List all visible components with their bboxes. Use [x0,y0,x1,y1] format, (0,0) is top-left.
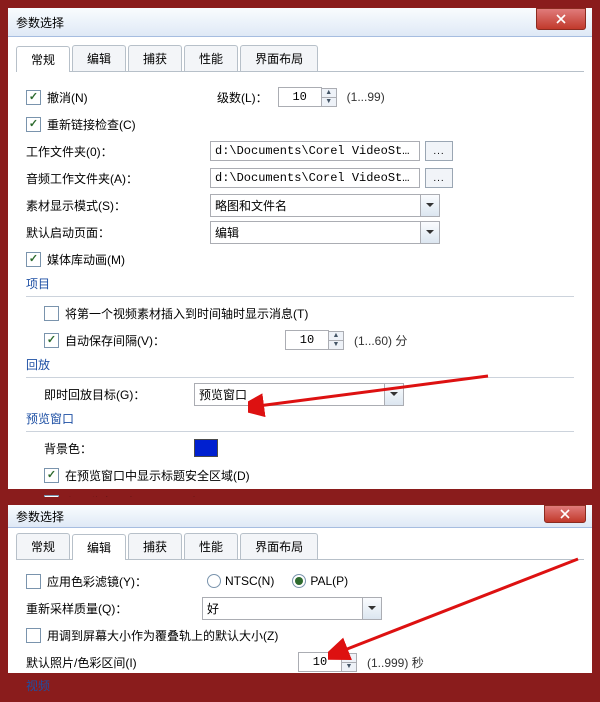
startpage-combo[interactable]: 编辑 [210,221,440,244]
autosave-range: (1...60) 分 [354,332,407,349]
tab-strip-2: 常规 编辑 捕获 性能 界面布局 [16,533,584,560]
tab-general[interactable]: 常规 [16,46,70,72]
ntsc-label: NTSC(N) [225,574,274,588]
playback-target-label: 即时回放目标(G)： [44,386,194,403]
dialog-title: 参数选择 [16,14,64,31]
tab-performance-2[interactable]: 性能 [184,533,238,559]
relink-checkbox[interactable] [26,117,41,132]
chevron-down-icon [421,194,440,217]
resize-label: 用调到屏幕大小作为覆叠轨上的默认大小(Z) [47,627,278,644]
resample-value: 好 [202,597,363,620]
medialib-checkbox[interactable] [26,252,41,267]
tab-performance[interactable]: 性能 [184,45,238,71]
clipmode-value: 略图和文件名 [210,194,421,217]
colorfilter-label: 应用色彩滤镜(Y)： [47,573,207,590]
ntsc-radio[interactable] [207,574,221,588]
levels-range: (1...99) [347,90,385,104]
project-header: 项目 [26,275,574,292]
workdir-browse-button[interactable]: ... [425,141,453,161]
undo-label: 撤消(N) [47,89,217,106]
autosave-input[interactable]: 10 [285,330,329,350]
close-icon [556,14,566,24]
clipmode-label: 素材显示模式(S)： [26,197,176,214]
tab-layout[interactable]: 界面布局 [240,45,318,71]
duration-input[interactable]: 10 [298,652,342,672]
show-safe-checkbox[interactable] [44,468,59,483]
tab-edit-2[interactable]: 编辑 [72,534,126,560]
colorfilter-checkbox[interactable] [26,574,41,589]
close-icon [560,509,570,519]
relink-label: 重新链接检查(C) [47,116,136,133]
close-button-2[interactable] [544,505,586,523]
resize-checkbox[interactable] [26,628,41,643]
audiodir-input[interactable]: d:\Documents\Corel VideoStu… [210,168,420,188]
levels-label: 级数(L)： [217,89,268,106]
bgcolor-label: 背景色： [44,440,194,457]
chevron-down-icon [385,383,404,406]
duration-label: 默认照片/色彩区间(I) [26,654,298,671]
insert-msg-checkbox[interactable] [44,306,59,321]
tab-layout-2[interactable]: 界面布局 [240,533,318,559]
autosave-label: 自动保存间隔(V)： [65,332,285,349]
autosave-checkbox[interactable] [44,333,59,348]
tab-capture[interactable]: 捕获 [128,45,182,71]
workdir-label: 工作文件夹(0)： [26,143,176,160]
tab-general-2[interactable]: 常规 [16,533,70,559]
video-header: 视频 [26,677,574,694]
levels-spin[interactable]: ▲▼ [321,88,337,107]
title-bar: 参数选择 [8,8,592,37]
pal-label: PAL(P) [310,574,348,588]
pal-radio[interactable] [292,574,306,588]
dialog-title-2: 参数选择 [16,508,64,525]
playback-target-combo[interactable]: 预览窗口 [194,383,404,406]
startpage-value: 编辑 [210,221,421,244]
insert-msg-label: 将第一个视频素材插入到时间轴时显示消息(T) [65,305,308,322]
bgcolor-swatch[interactable] [194,439,218,457]
show-safe-label: 在预览窗口中显示标题安全区域(D) [65,467,250,484]
resample-combo[interactable]: 好 [202,597,382,620]
playback-target-value: 预览窗口 [194,383,385,406]
tab-strip: 常规 编辑 捕获 性能 界面布局 [16,45,584,72]
medialib-label: 媒体库动画(M) [47,251,125,268]
tab-capture-2[interactable]: 捕获 [128,533,182,559]
audiodir-label: 音频工作文件夹(A)： [26,170,176,187]
resample-label: 重新采样质量(Q)： [26,600,202,617]
chevron-down-icon [421,221,440,244]
duration-range: (1..999) 秒 [367,654,424,671]
duration-spin[interactable]: ▲▼ [341,653,357,672]
preview-header: 预览窗口 [26,410,574,427]
close-button[interactable] [536,8,586,30]
playback-header: 回放 [26,356,574,373]
workdir-input[interactable]: d:\Documents\Corel VideoStu… [210,141,420,161]
autosave-spin[interactable]: ▲▼ [328,331,344,350]
title-bar-2: 参数选择 [8,505,592,528]
audiodir-browse-button[interactable]: ... [425,168,453,188]
clipmode-combo[interactable]: 略图和文件名 [210,194,440,217]
levels-input[interactable]: 10 [278,87,322,107]
tab-edit[interactable]: 编辑 [72,45,126,71]
tab-body: 撤消(N) 级数(L)： 10 ▲▼ (1...99) 重新链接检查(C) 工作… [8,72,592,556]
undo-checkbox[interactable] [26,90,41,105]
startpage-label: 默认启动页面： [26,224,176,241]
chevron-down-icon [363,597,382,620]
